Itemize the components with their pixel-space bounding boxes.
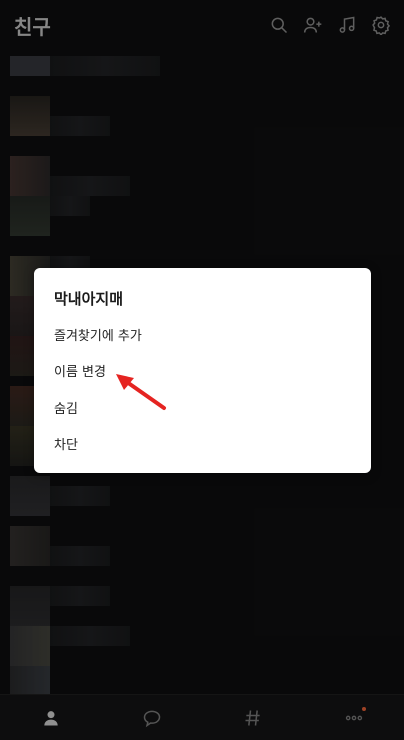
- menu-title: 막내아지매: [54, 290, 124, 308]
- add-to-favorites-item[interactable]: 즐겨찾기에 추가: [54, 325, 142, 344]
- block-item[interactable]: 차단: [54, 434, 78, 453]
- friends-screen: 친구 막내아지매 즐겨찾기에 추가 이름 변경 숨김 차단: [0, 0, 404, 740]
- friend-context-menu: 막내아지매 즐겨찾기에 추가 이름 변경 숨김 차단: [34, 268, 371, 473]
- rename-item[interactable]: 이름 변경: [54, 361, 106, 380]
- red-arrow-annotation: [116, 374, 166, 410]
- hide-item[interactable]: 숨김: [54, 398, 78, 417]
